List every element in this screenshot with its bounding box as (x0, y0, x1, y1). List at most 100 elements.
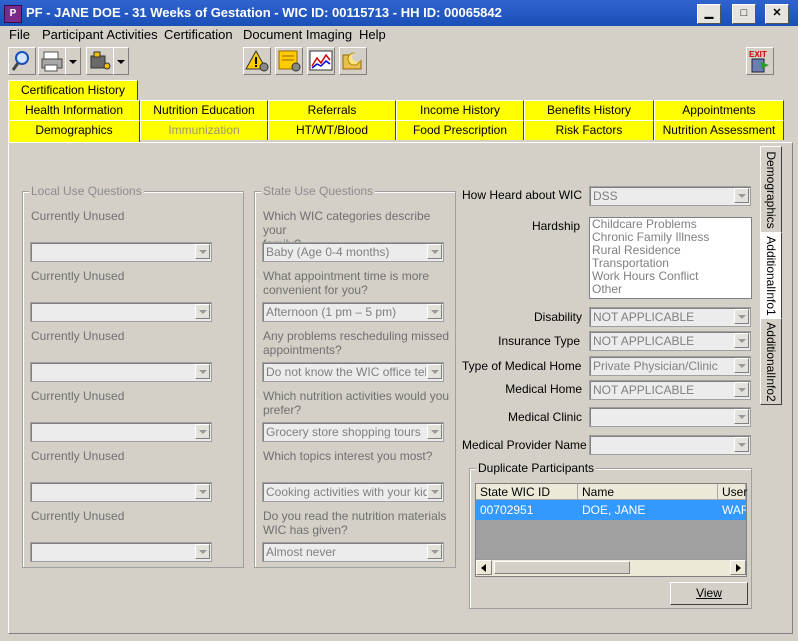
local-question-label: Currently Unused (31, 389, 125, 403)
chevron-down-icon[interactable] (195, 364, 210, 379)
column-header-name[interactable]: Name (578, 484, 718, 500)
local-question-dropdown[interactable] (30, 422, 212, 442)
exit-icon: EXIT (749, 50, 769, 73)
duplicate-participants-legend: Duplicate Participants (476, 461, 597, 475)
medical-provider-dropdown[interactable] (589, 435, 751, 455)
note-icon (278, 50, 301, 72)
title-bar: P PF - JANE DOE - 31 Weeks of Gestation … (0, 0, 798, 26)
chevron-down-icon[interactable] (195, 304, 210, 319)
menu-participant-activities[interactable]: Participant Activities (42, 27, 158, 42)
column-header-state-wic-id[interactable]: State WIC ID (476, 484, 578, 500)
tab-nutrition-education[interactable]: Nutrition Education (140, 100, 268, 120)
chevron-down-icon[interactable] (195, 424, 210, 439)
chevron-down-icon[interactable] (427, 244, 442, 259)
chart-button[interactable] (307, 47, 335, 75)
local-question-dropdown[interactable] (30, 302, 212, 322)
read-materials-dropdown[interactable]: Almost never (262, 542, 444, 562)
chevron-down-icon[interactable] (734, 358, 749, 373)
side-tab-additionalinfo2[interactable]: AdditionalInfo2 (760, 318, 782, 405)
medical-clinic-dropdown[interactable] (589, 407, 751, 427)
menu-bar: File Participant Activities Certificatio… (0, 26, 798, 44)
table-row[interactable]: WAR (718, 500, 746, 520)
tab-referrals[interactable]: Referrals (268, 100, 396, 120)
local-question-dropdown[interactable] (30, 362, 212, 382)
chevron-down-icon[interactable] (427, 364, 442, 379)
table-row[interactable]: 00702951 (476, 500, 578, 520)
chevron-down-icon[interactable] (734, 309, 749, 324)
how-heard-dropdown[interactable]: DSS (589, 186, 751, 206)
tab-food-prescription[interactable]: Food Prescription (396, 120, 524, 140)
duplicate-participants-grid[interactable]: State WIC ID Name User 00702951 DOE, JAN… (475, 483, 747, 577)
tab-benefits-history[interactable]: Benefits History (524, 100, 654, 120)
warning-icon (245, 49, 269, 72)
chevron-down-icon[interactable] (195, 544, 210, 559)
table-row[interactable]: DOE, JANE (578, 500, 718, 520)
chevron-down-icon[interactable] (427, 304, 442, 319)
window-title: PF - JANE DOE - 31 Weeks of Gestation - … (26, 5, 502, 20)
disability-dropdown[interactable]: NOT APPLICABLE (589, 307, 751, 327)
search-button[interactable] (8, 47, 36, 75)
tab-certification-history[interactable]: Certification History (8, 80, 138, 100)
menu-certification[interactable]: Certification (164, 27, 233, 42)
history-button[interactable] (339, 47, 367, 75)
chevron-down-icon[interactable] (734, 333, 749, 348)
chevron-down-icon[interactable] (734, 382, 749, 397)
local-question-dropdown[interactable] (30, 482, 212, 502)
tools-button[interactable] (86, 47, 114, 75)
view-button[interactable]: View (670, 582, 748, 605)
nutrition-activities-dropdown[interactable]: Grocery store shopping tours (262, 422, 444, 442)
chevron-down-icon[interactable] (427, 424, 442, 439)
exit-button[interactable]: EXIT (746, 47, 774, 75)
chevron-down-icon[interactable] (195, 484, 210, 499)
scroll-left-button[interactable] (476, 560, 492, 575)
wic-category-dropdown[interactable]: Baby (Age 0-4 months) (262, 242, 444, 262)
chevron-down-icon[interactable] (734, 188, 749, 203)
tools-dropdown[interactable] (113, 47, 129, 75)
tab-immunization[interactable]: Immunization (140, 120, 268, 140)
tab-nutrition-assessment[interactable]: Nutrition Assessment (654, 120, 784, 140)
close-button[interactable]: ✕ (765, 4, 789, 24)
tab-appointments[interactable]: Appointments (654, 100, 784, 120)
local-question-dropdown[interactable] (30, 242, 212, 262)
tab-ht-wt-blood[interactable]: HT/WT/Blood (268, 120, 396, 140)
chevron-down-icon[interactable] (734, 409, 749, 424)
svg-text:EXIT: EXIT (749, 50, 767, 59)
print-dropdown[interactable] (65, 47, 81, 75)
column-header-user[interactable]: User (718, 484, 747, 500)
scroll-thumb[interactable] (494, 561, 630, 574)
menu-file[interactable]: File (9, 27, 30, 42)
medical-home-type-dropdown[interactable]: Private Physician/Clinic (589, 356, 751, 376)
hardship-listbox[interactable]: Childcare Problems Chronic Family Illnes… (589, 217, 752, 299)
menu-document-imaging[interactable]: Document Imaging (243, 27, 352, 42)
arrow-left-icon (481, 564, 486, 572)
chevron-down-icon[interactable] (734, 437, 749, 452)
alert-button[interactable] (243, 47, 271, 75)
print-button[interactable] (38, 47, 66, 75)
local-question-dropdown[interactable] (30, 542, 212, 562)
insurance-type-dropdown[interactable]: NOT APPLICABLE (589, 331, 751, 351)
side-tab-demographics[interactable]: Demographics (760, 146, 782, 233)
horizontal-scrollbar[interactable] (476, 559, 746, 576)
printer-icon (41, 51, 63, 72)
list-item[interactable]: Other (590, 283, 751, 296)
side-tab-additionalinfo1[interactable]: AdditionalInfo1 (760, 232, 782, 319)
tab-demographics[interactable]: Demographics (8, 120, 140, 143)
appointment-time-dropdown[interactable]: Afternoon (1 pm – 5 pm) (262, 302, 444, 322)
rescheduling-dropdown[interactable]: Do not know the WIC office teleph (262, 362, 444, 382)
tab-income-history[interactable]: Income History (396, 100, 524, 120)
chevron-down-icon (69, 60, 77, 64)
chevron-down-icon[interactable] (427, 484, 442, 499)
scroll-right-button[interactable] (730, 560, 746, 575)
notes-button[interactable] (275, 47, 303, 75)
medical-home-dropdown[interactable]: NOT APPLICABLE (589, 380, 751, 400)
chevron-down-icon[interactable] (195, 244, 210, 259)
topics-dropdown[interactable]: Cooking activities with your kids (262, 482, 444, 502)
tab-risk-factors[interactable]: Risk Factors (524, 120, 654, 140)
maximize-button[interactable]: □ (732, 4, 756, 24)
chevron-down-icon[interactable] (427, 544, 442, 559)
menu-help[interactable]: Help (359, 27, 386, 42)
line-chart-icon (309, 50, 333, 71)
minimize-button[interactable]: ▁ (697, 4, 721, 24)
tab-health-information[interactable]: Health Information (8, 100, 140, 120)
state-question-label: Which topics interest you most? (263, 449, 433, 463)
